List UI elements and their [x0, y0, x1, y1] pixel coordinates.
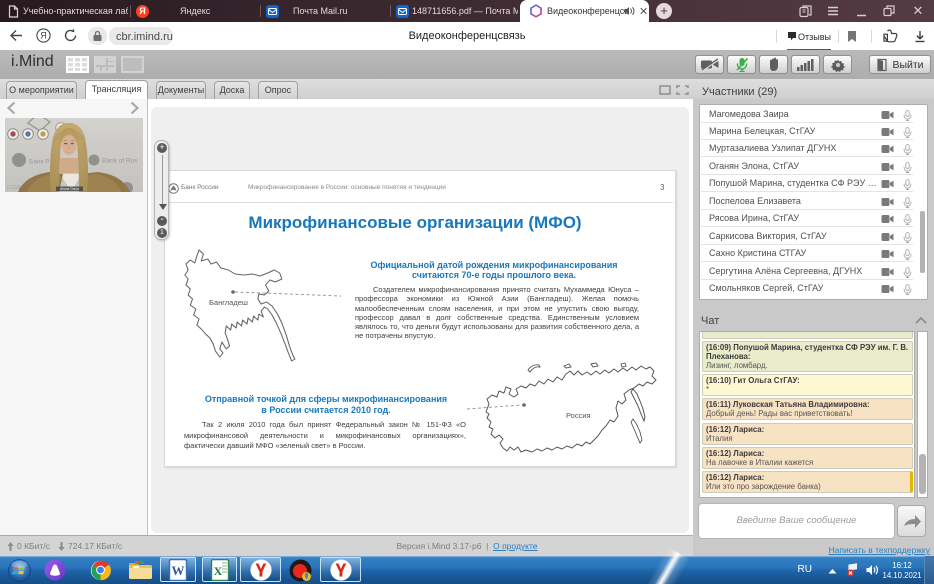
- svg-text:W: W: [172, 563, 185, 578]
- svg-text:Отзывы: Отзывы: [798, 32, 831, 42]
- svg-text:X: X: [214, 564, 223, 578]
- svg-text:Bank of Rus: Bank of Rus: [102, 158, 138, 165]
- svg-text:Инина Ольга: Инина Ольга: [60, 187, 79, 191]
- svg-text:Банк Р: Банк Р: [29, 159, 49, 166]
